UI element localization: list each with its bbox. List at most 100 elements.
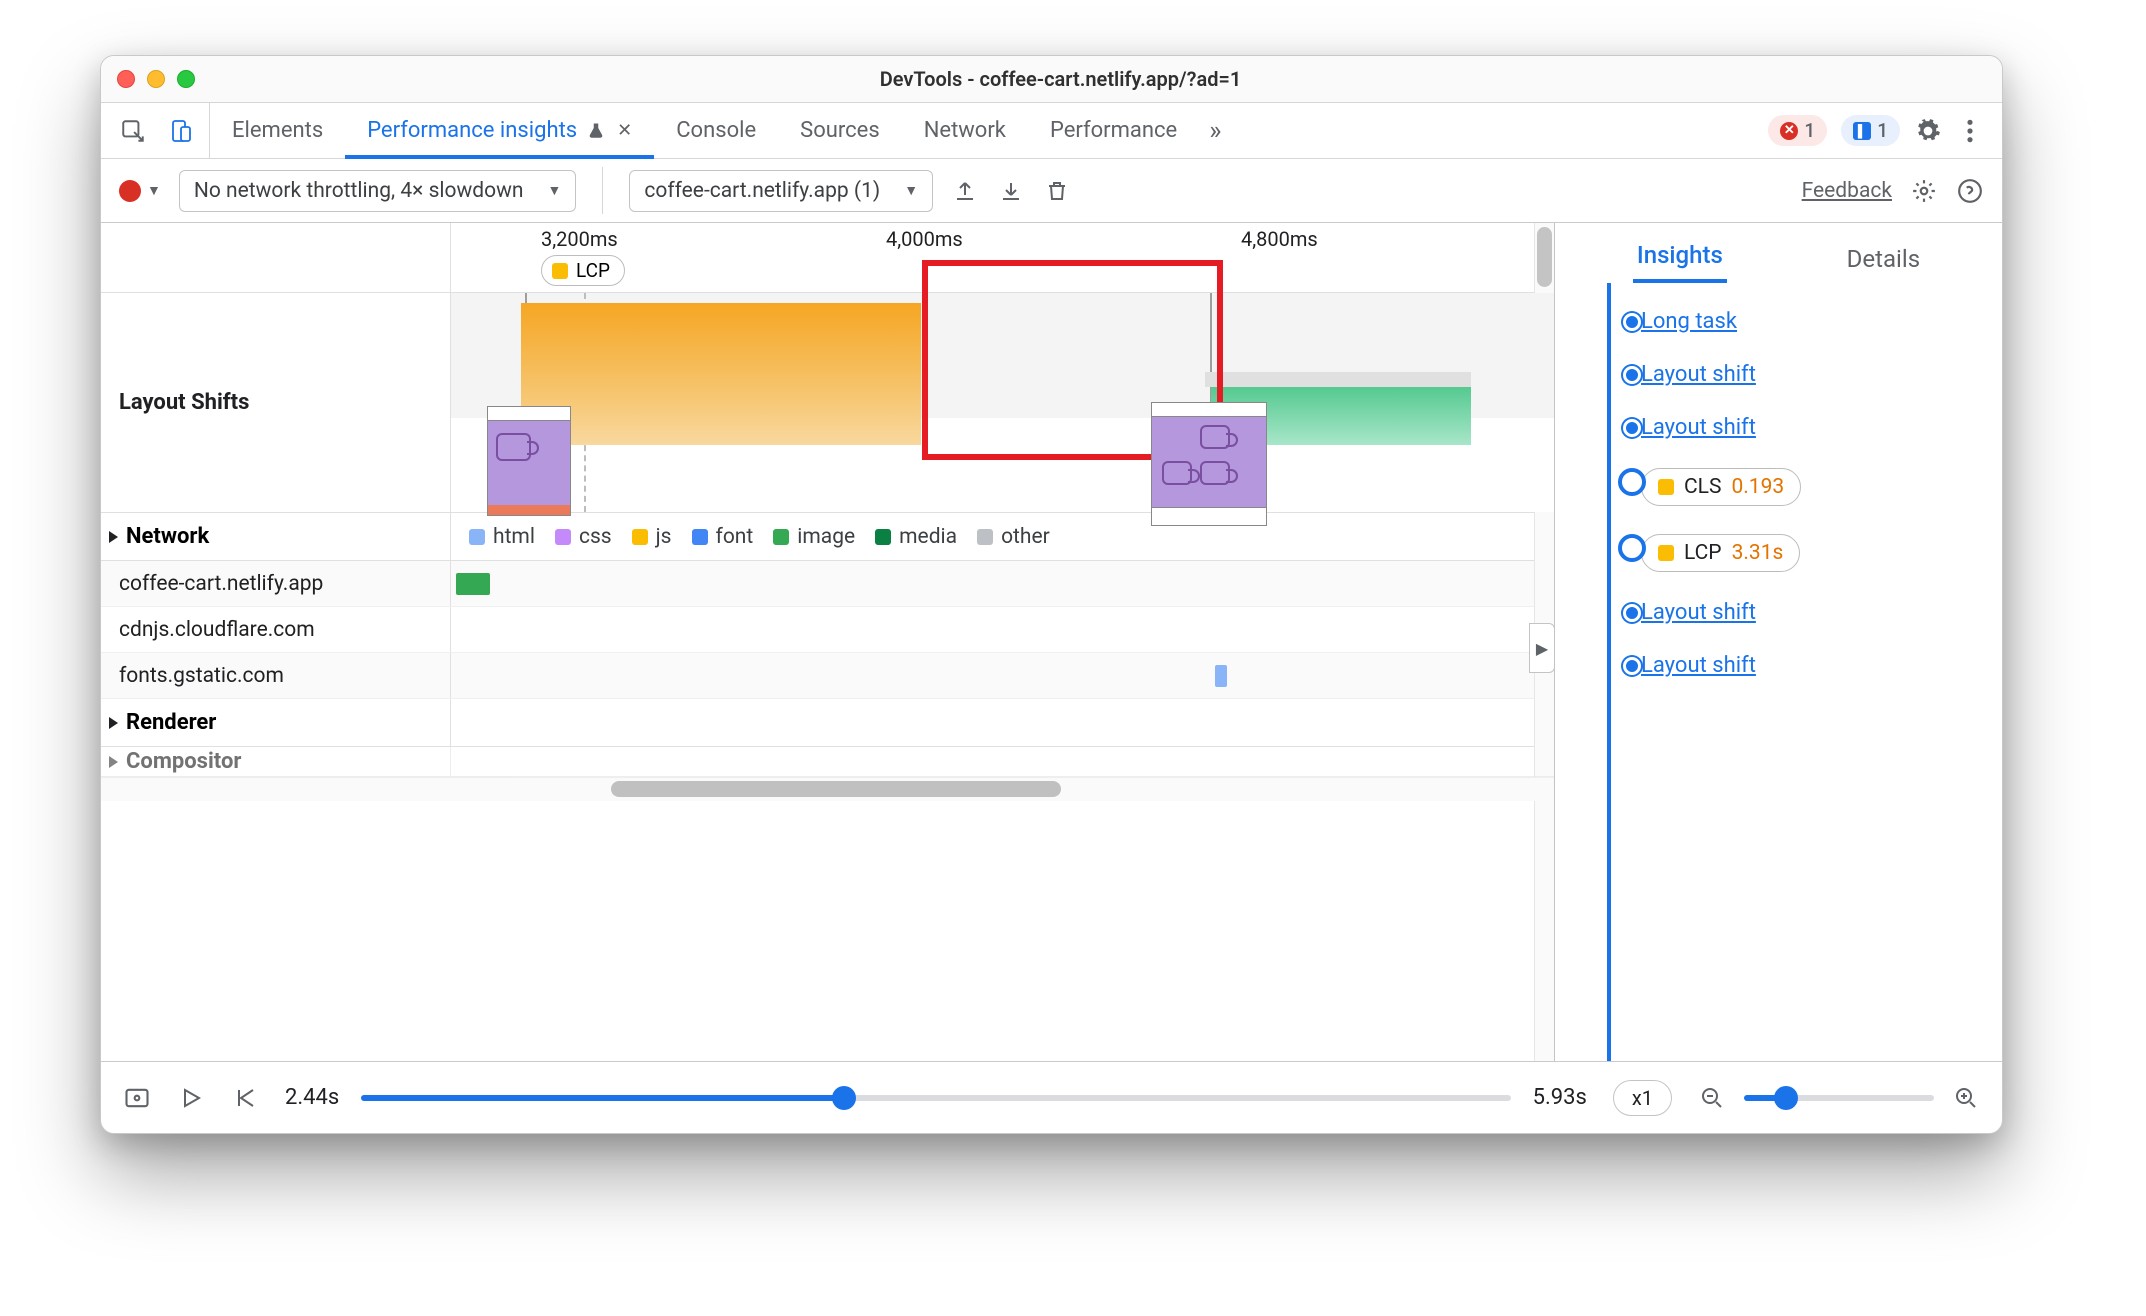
zoom-slider[interactable] xyxy=(1744,1095,1934,1101)
metric-pill: LCP 3.31s xyxy=(1641,534,1800,572)
settings-icon[interactable] xyxy=(1914,117,1942,145)
lcp-block[interactable] xyxy=(521,303,921,445)
timeline-node xyxy=(1623,419,1641,437)
layout-shifts-area[interactable] xyxy=(451,293,1554,512)
time-slider[interactable]: 2.44s 5.93s xyxy=(285,1085,1587,1110)
insight-link[interactable]: Long task xyxy=(1581,295,2002,348)
legend-item: html xyxy=(469,525,535,549)
color-swatch xyxy=(977,529,993,545)
request-bar[interactable] xyxy=(1215,665,1227,687)
network-row[interactable]: coffee-cart.netlify.app xyxy=(101,561,1554,607)
ruler-tick: 4,000ms xyxy=(886,227,963,251)
page-dropdown[interactable]: coffee-cart.netlify.app (1)▼ xyxy=(629,170,933,212)
zoom-in-icon[interactable] xyxy=(1952,1084,1980,1112)
request-bar[interactable] xyxy=(456,573,490,595)
horizontal-scrollbar[interactable] xyxy=(101,777,1554,801)
play-icon[interactable] xyxy=(177,1084,205,1112)
tab-performance-insights[interactable]: Performance insights ✕ xyxy=(345,103,654,158)
compositor-section-header[interactable]: Compositor xyxy=(101,747,1554,777)
insight-link[interactable]: Layout shift xyxy=(1581,348,2002,401)
download-icon[interactable] xyxy=(997,177,1025,205)
network-row[interactable]: cdnjs.cloudflare.com xyxy=(101,607,1554,653)
insight-metric[interactable]: CLS 0.193 xyxy=(1581,454,2002,520)
tab-details[interactable]: Details xyxy=(1843,235,1924,283)
rewind-icon[interactable] xyxy=(231,1084,259,1112)
insight-link[interactable]: Layout shift xyxy=(1581,401,2002,454)
tab-elements[interactable]: Elements xyxy=(210,103,345,158)
tab-sources[interactable]: Sources xyxy=(778,103,902,158)
network-section-header[interactable]: Network htmlcssjsfontimagemediaother xyxy=(101,513,1554,561)
delete-icon[interactable] xyxy=(1043,177,1071,205)
settings-icon[interactable] xyxy=(1910,177,1938,205)
screenshot-thumbnail[interactable] xyxy=(1151,402,1267,526)
window-title: DevTools - coffee-cart.netlify.app/?ad=1 xyxy=(135,67,1986,91)
more-tabs-icon[interactable]: » xyxy=(1199,103,1231,158)
ruler-tick: 3,200ms xyxy=(541,227,618,251)
tab-insights[interactable]: Insights xyxy=(1633,231,1727,283)
upload-icon[interactable] xyxy=(951,177,979,205)
collapse-sidebar-button[interactable]: ▶ xyxy=(1529,623,1555,673)
close-window-button[interactable] xyxy=(117,70,135,88)
renderer-section-header[interactable]: Renderer xyxy=(101,699,1554,747)
insight-label: Layout shift xyxy=(1641,362,1756,387)
throttle-dropdown[interactable]: No network throttling, 4× slowdown ▼ xyxy=(179,170,576,212)
color-swatch xyxy=(469,529,485,545)
tab-label: Network xyxy=(924,118,1006,143)
error-badge[interactable]: ✕1 xyxy=(1768,115,1827,146)
error-count: 1 xyxy=(1804,119,1815,142)
message-badge[interactable]: ▌1 xyxy=(1841,115,1900,146)
network-rows: coffee-cart.netlify.appcdnjs.cloudflare.… xyxy=(101,561,1554,699)
network-host: fonts.gstatic.com xyxy=(101,653,451,698)
expand-icon xyxy=(109,756,118,768)
tab-label: Performance insights xyxy=(367,118,577,143)
tab-label: Console xyxy=(676,118,756,143)
throttle-label: No network throttling, 4× slowdown xyxy=(194,179,524,203)
playback-speed[interactable]: x1 xyxy=(1613,1080,1672,1116)
timeline-node xyxy=(1623,313,1641,331)
insights-timeline: Long task Layout shift Layout shift CLS 0.1… xyxy=(1555,283,2002,1061)
ruler-tick: 4,800ms xyxy=(1241,227,1318,251)
insight-label: Long task xyxy=(1641,309,1737,334)
insight-metric[interactable]: LCP 3.31s xyxy=(1581,520,2002,586)
insight-link[interactable]: Layout shift xyxy=(1581,586,2002,639)
chevron-down-icon: ▼ xyxy=(547,182,561,199)
kebab-menu-icon[interactable] xyxy=(1956,117,1984,145)
replay-settings-icon[interactable] xyxy=(123,1084,151,1112)
devtools-tabs: Elements Performance insights ✕ Console … xyxy=(101,103,2002,159)
flask-icon xyxy=(587,122,605,140)
inspect-element-icon[interactable] xyxy=(119,117,147,145)
zoom-out-icon[interactable] xyxy=(1698,1084,1726,1112)
legend-item: css xyxy=(555,525,612,549)
tab-console[interactable]: Console xyxy=(654,103,778,158)
insight-link[interactable]: Layout shift xyxy=(1581,639,2002,692)
tab-network[interactable]: Network xyxy=(902,103,1028,158)
screenshot-thumbnail[interactable] xyxy=(487,406,571,516)
message-count: 1 xyxy=(1877,119,1888,142)
page-label: coffee-cart.netlify.app (1) xyxy=(644,179,880,203)
color-swatch xyxy=(1658,545,1674,561)
timeline-node xyxy=(1618,534,1646,562)
timeline-node xyxy=(1618,468,1646,496)
record-button[interactable]: ▼ xyxy=(119,180,161,202)
zoom-controls xyxy=(1698,1084,1980,1112)
lcp-badge[interactable]: LCP xyxy=(541,255,625,286)
close-tab-icon[interactable]: ✕ xyxy=(617,120,632,141)
device-toolbar-icon[interactable] xyxy=(167,117,195,145)
color-swatch xyxy=(1658,479,1674,495)
feedback-link[interactable]: Feedback xyxy=(1802,179,1892,203)
network-host: cdnjs.cloudflare.com xyxy=(101,607,451,652)
insight-label: Layout shift xyxy=(1641,600,1756,625)
insight-label: Layout shift xyxy=(1641,653,1756,678)
legend-item: other xyxy=(977,525,1050,549)
timeline-node xyxy=(1623,366,1641,384)
tab-performance[interactable]: Performance xyxy=(1028,103,1199,158)
insights-tabs: Insights Details xyxy=(1555,223,2002,283)
help-icon[interactable] xyxy=(1956,177,1984,205)
network-row[interactable]: fonts.gstatic.com xyxy=(101,653,1554,699)
insight-label: Layout shift xyxy=(1641,415,1756,440)
network-legend: htmlcssjsfontimagemediaother xyxy=(451,513,1554,560)
footer: 2.44s 5.93s x1 xyxy=(101,1061,2002,1133)
insights-panel: Insights Details Long task Layout shift La… xyxy=(1554,223,2002,1061)
title-bar: DevTools - coffee-cart.netlify.app/?ad=1 xyxy=(101,56,2002,103)
legend-item: media xyxy=(875,525,957,549)
